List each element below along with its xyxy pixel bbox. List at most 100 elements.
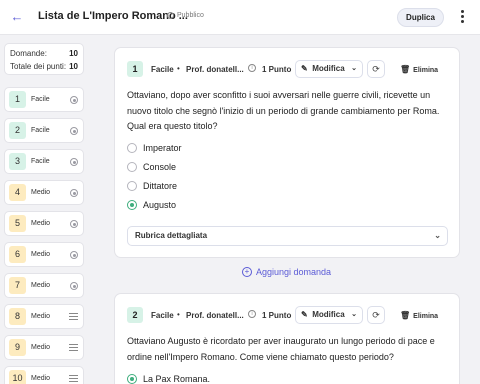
radio-button-selected[interactable] [127, 374, 137, 384]
points-label[interactable]: 1 Punto [262, 311, 291, 320]
trash-icon: 🗑 [400, 65, 411, 74]
option-label: La Pax Romana. [143, 374, 211, 384]
modify-button[interactable]: ✎ Modifica ⌄ [295, 306, 363, 324]
delete-label: Elimina [413, 313, 439, 320]
back-arrow-icon[interactable]: ← [9, 9, 25, 25]
radio-icon [70, 189, 78, 197]
difficulty-label: Medio [31, 220, 51, 227]
top-bar: ← Lista de L'Impero Romano ... Pubblico … [0, 0, 480, 35]
radio-icon [70, 127, 78, 135]
option-label: Dittatore [143, 181, 178, 191]
sidebar-question-2[interactable]: 2 Facile [4, 118, 84, 143]
trash-icon: 🗑 [400, 311, 411, 320]
difficulty-label: Medio [31, 313, 51, 320]
author-label: Prof. donatell... [186, 65, 244, 74]
question-number: 1 [9, 91, 26, 108]
difficulty-label: Medio [31, 344, 51, 351]
author-label: Prof. donatell... [186, 311, 244, 320]
difficulty-label: Facile [31, 158, 50, 165]
add-question-button[interactable]: + Aggiungi domanda [242, 267, 331, 277]
question-number: 9 [9, 339, 26, 356]
modify-label: Modifica [312, 64, 345, 73]
radio-icon [70, 282, 78, 290]
separator-dot: • [177, 64, 180, 73]
plus-circle-icon: + [242, 267, 252, 277]
option-label: Imperator [143, 143, 182, 153]
visibility-label: Pubblico [177, 12, 204, 19]
sidebar-question-9[interactable]: 9 Medio [4, 335, 84, 360]
radio-button-selected[interactable] [127, 200, 137, 210]
question-number: 10 [9, 370, 26, 384]
question-number: 2 [127, 307, 143, 323]
sidebar-question-8[interactable]: 8 Medio [4, 304, 84, 329]
modify-button[interactable]: ✎ Modifica ⌄ [295, 60, 363, 78]
info-icon[interactable]: i [248, 310, 256, 318]
rubric-dropdown[interactable]: Rubrica dettagliata ⌄ [127, 226, 448, 246]
question-number: 6 [9, 246, 26, 263]
delete-button[interactable]: 🗑 Elimina [400, 65, 438, 74]
questions-count-label: Domande: [10, 49, 47, 58]
question-number: 7 [9, 277, 26, 294]
difficulty-label: Facile [151, 65, 174, 74]
globe-icon [167, 12, 174, 19]
regenerate-icon[interactable]: ⟳ [367, 60, 385, 78]
radio-icon [70, 96, 78, 104]
question-card-1: 1 Facile • Prof. donatell... i 1 Punto ✎… [114, 47, 460, 258]
difficulty-label: Facile [31, 96, 50, 103]
difficulty-label: Facile [31, 127, 50, 134]
separator-dot: • [177, 310, 180, 319]
page-title: Lista de L'Impero Romano ... [38, 10, 188, 22]
sidebar-question-5[interactable]: 5 Medio [4, 211, 84, 236]
more-options-icon[interactable] [458, 9, 466, 25]
difficulty-label: Medio [31, 251, 51, 258]
sidebar-question-1[interactable]: 1 Facile [4, 87, 84, 112]
sidebar-question-3[interactable]: 3 Facile [4, 149, 84, 174]
chevron-down-icon: ⌄ [351, 65, 357, 72]
text-lines-icon [69, 344, 78, 352]
sidebar-question-7[interactable]: 7 Medio [4, 273, 84, 298]
radio-icon [70, 251, 78, 259]
chevron-down-icon: ⌄ [434, 231, 441, 240]
duplicate-button[interactable]: Duplica [397, 8, 444, 27]
question-number: 3 [9, 153, 26, 170]
question-number: 4 [9, 184, 26, 201]
radio-button[interactable] [127, 143, 137, 153]
question-text: Ottaviano Augusto è ricordato per aver i… [127, 336, 435, 362]
pencil-icon: ✎ [301, 310, 308, 319]
quiz-summary: Domande: 10 Totale dei punti: 10 [4, 43, 84, 75]
text-lines-icon [69, 313, 78, 321]
question-text: Ottaviano, dopo aver sconfitto i suoi av… [127, 90, 440, 131]
option-label: Augusto [143, 200, 177, 210]
delete-button[interactable]: 🗑 Elimina [400, 311, 438, 320]
info-icon[interactable]: i [248, 64, 256, 72]
modify-label: Modifica [312, 310, 345, 319]
question-number: 5 [9, 215, 26, 232]
question-number: 1 [127, 61, 143, 77]
pencil-icon: ✎ [301, 64, 308, 73]
regenerate-icon[interactable]: ⟳ [367, 306, 385, 324]
difficulty-label: Medio [31, 189, 51, 196]
radio-button[interactable] [127, 181, 137, 191]
sidebar-question-4[interactable]: 4 Medio [4, 180, 84, 205]
radio-icon [70, 158, 78, 166]
rubric-label: Rubrica dettagliata [135, 231, 208, 240]
delete-label: Elimina [413, 67, 439, 74]
radio-icon [70, 220, 78, 228]
difficulty-label: Medio [31, 375, 51, 382]
sidebar-question-6[interactable]: 6 Medio [4, 242, 84, 267]
difficulty-label: Facile [151, 311, 174, 320]
points-label[interactable]: 1 Punto [262, 65, 291, 74]
radio-button[interactable] [127, 162, 137, 172]
total-points-value: 10 [69, 62, 78, 71]
questions-count-value: 10 [69, 49, 78, 58]
question-card-2: 2 Facile • Prof. donatell... i 1 Punto ✎… [114, 293, 460, 384]
sidebar-question-10[interactable]: 10 Medio [4, 366, 84, 384]
chevron-down-icon: ⌄ [351, 311, 357, 318]
difficulty-label: Medio [31, 282, 51, 289]
total-points-label: Totale dei punti: [10, 62, 67, 71]
option-label: Console [143, 162, 177, 172]
question-number: 2 [9, 122, 26, 139]
add-question-label: Aggiungi domanda [256, 267, 332, 277]
text-lines-icon [69, 375, 78, 383]
question-number: 8 [9, 308, 26, 325]
